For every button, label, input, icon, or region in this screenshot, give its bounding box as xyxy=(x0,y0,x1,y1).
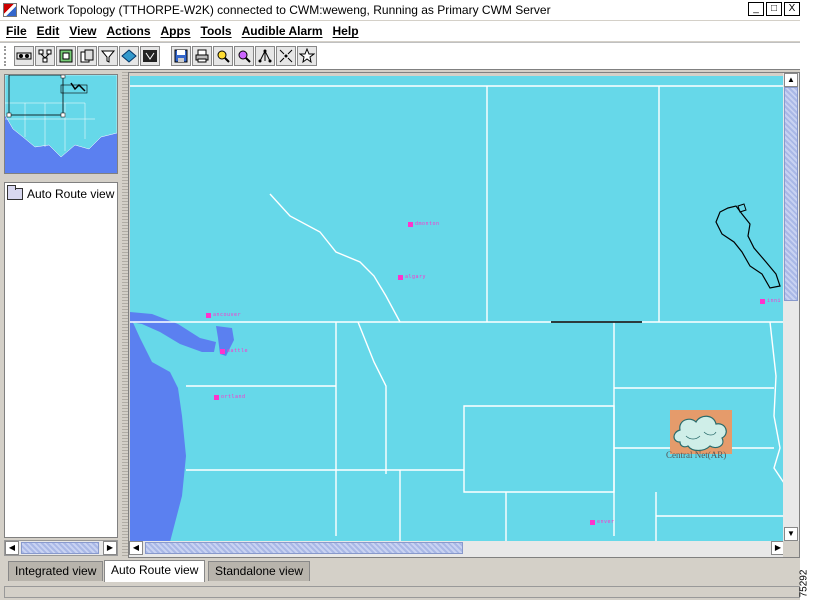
city-edmonton[interactable]: dmonton xyxy=(408,221,440,227)
menu-apps[interactable]: Apps xyxy=(161,24,191,38)
city-denver[interactable]: enver xyxy=(590,519,615,525)
view-tabs: Integrated view Auto Route view Standalo… xyxy=(0,558,800,584)
minimize-button[interactable]: _ xyxy=(748,2,764,16)
map-vertical-scrollbar[interactable]: ▲ ▼ xyxy=(783,73,799,543)
filter-icon[interactable] xyxy=(98,46,118,66)
copy-icon[interactable] xyxy=(77,46,97,66)
city-label: inni xyxy=(767,298,782,304)
save-icon[interactable] xyxy=(171,46,191,66)
layout-icon[interactable] xyxy=(255,46,275,66)
left-panel: Auto Route view ◀ ▶ xyxy=(0,72,122,558)
tab-auto-route-view[interactable]: Auto Route view xyxy=(104,560,206,582)
cloud-icon xyxy=(673,415,727,452)
window-controls: _ □ X xyxy=(748,2,800,16)
tab-standalone-view[interactable]: Standalone view xyxy=(208,561,311,581)
toolbar xyxy=(0,42,800,70)
figure-code-text: 75292 xyxy=(798,569,810,598)
network-icon[interactable] xyxy=(35,46,55,66)
vertical-scroll-thumb[interactable] xyxy=(784,87,798,301)
tree-node-auto-route-view[interactable]: Auto Route view xyxy=(5,183,117,205)
fit-icon[interactable] xyxy=(276,46,296,66)
close-button[interactable]: X xyxy=(784,2,800,16)
folder-icon xyxy=(7,185,23,200)
app-icon xyxy=(3,3,17,17)
city-marker xyxy=(760,298,765,304)
city-marker xyxy=(408,221,413,227)
city-seattle[interactable]: eattle xyxy=(220,348,248,354)
toolbar-grip[interactable] xyxy=(4,46,10,66)
city-marker xyxy=(214,394,219,400)
tree-node-label: Auto Route view xyxy=(27,187,115,201)
city-portland[interactable]: ortland xyxy=(214,394,246,400)
scroll-left-icon[interactable]: ◀ xyxy=(129,541,143,555)
figure-code: 75292 xyxy=(798,569,814,600)
city-vancouver[interactable]: ancouver xyxy=(206,312,241,318)
city-calgary[interactable]: algary xyxy=(398,274,426,280)
sort-icon[interactable] xyxy=(140,46,160,66)
city-label: eattle xyxy=(227,348,249,354)
horizontal-scroll-thumb[interactable] xyxy=(145,542,463,554)
menu-file[interactable]: File xyxy=(6,24,27,38)
zoom-in-icon[interactable] xyxy=(213,46,233,66)
lake-outline xyxy=(715,205,781,289)
scroll-right-icon[interactable]: ▶ xyxy=(103,541,117,555)
tree-horizontal-scrollbar[interactable]: ◀ ▶ xyxy=(4,540,118,556)
title-bar: Network Topology (TTHORPE-W2K) connected… xyxy=(0,0,800,20)
menu-audible-alarm[interactable]: Audible Alarm xyxy=(242,24,323,38)
window-title: Network Topology (TTHORPE-W2K) connected… xyxy=(20,3,551,17)
lake-outline-2 xyxy=(737,203,747,213)
map-pane: dmonton algary ancouver eattle ortland i… xyxy=(128,72,800,558)
city-label: enver xyxy=(597,519,615,525)
city-label: dmonton xyxy=(415,221,440,227)
menu-edit[interactable]: Edit xyxy=(37,24,60,38)
menu-help[interactable]: Help xyxy=(333,24,359,38)
city-marker xyxy=(590,519,595,525)
menu-tools[interactable]: Tools xyxy=(201,24,232,38)
connect-icon[interactable] xyxy=(14,46,34,66)
overview-map[interactable] xyxy=(4,74,118,174)
city-label: algary xyxy=(405,274,427,280)
menu-view[interactable]: View xyxy=(69,24,96,38)
maximize-button[interactable]: □ xyxy=(766,2,782,16)
scroll-left-icon[interactable]: ◀ xyxy=(5,541,19,555)
city-marker xyxy=(206,312,211,318)
cloud-node[interactable] xyxy=(670,410,732,454)
city-marker xyxy=(220,348,225,354)
menu-actions[interactable]: Actions xyxy=(106,24,150,38)
print-icon[interactable] xyxy=(192,46,212,66)
view-tree: Auto Route view xyxy=(4,182,118,538)
topology-map[interactable]: dmonton algary ancouver eattle ortland i… xyxy=(130,76,784,542)
tab-integrated-view[interactable]: Integrated view xyxy=(8,561,104,581)
scroll-up-icon[interactable]: ▲ xyxy=(784,73,798,87)
cloud-node-label: Central Net(AR) xyxy=(666,450,727,460)
zoom-out-icon[interactable] xyxy=(234,46,254,66)
scroll-thumb[interactable] xyxy=(21,542,99,554)
status-bar xyxy=(4,586,800,598)
application-window: Network Topology (TTHORPE-W2K) connected… xyxy=(0,0,800,600)
scroll-corner xyxy=(783,541,799,557)
city-marker xyxy=(398,274,403,280)
scroll-down-icon[interactable]: ▼ xyxy=(784,527,798,541)
city-label: ancouver xyxy=(213,312,242,318)
menu-bar: File Edit View Actions Apps Tools Audibl… xyxy=(0,21,800,41)
map-horizontal-scrollbar[interactable]: ◀ ▶ xyxy=(129,541,785,557)
layer-icon[interactable] xyxy=(119,46,139,66)
pin-icon[interactable] xyxy=(297,46,317,66)
city-winnipeg[interactable]: inni xyxy=(760,298,781,304)
city-label: ortland xyxy=(221,394,246,400)
nodes-icon[interactable] xyxy=(56,46,76,66)
